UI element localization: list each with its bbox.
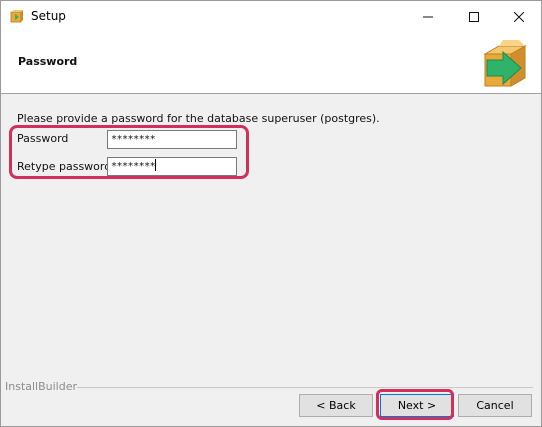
- minimize-button[interactable]: [405, 1, 451, 32]
- password-fields-highlight: [9, 125, 249, 179]
- title-bar: Setup: [1, 1, 541, 32]
- installbuilder-brand: InstallBuilder: [5, 380, 78, 393]
- next-button-highlight: [376, 389, 454, 420]
- install-box-arrow-icon: [483, 40, 527, 87]
- maximize-button[interactable]: [451, 1, 497, 32]
- cancel-button[interactable]: Cancel: [458, 394, 532, 417]
- password-prompt-text: Please provide a password for the databa…: [17, 112, 380, 125]
- back-button[interactable]: < Back: [299, 394, 373, 417]
- close-icon: [514, 11, 524, 22]
- wizard-header: Password: [1, 32, 541, 94]
- maximize-icon: [469, 11, 479, 22]
- installer-app-icon: [10, 10, 23, 23]
- close-button[interactable]: [496, 1, 542, 32]
- page-title: Password: [18, 55, 78, 68]
- setup-window: Setup Password Please provide a password…: [0, 0, 542, 427]
- window-title: Setup: [31, 9, 66, 23]
- minimize-icon: [423, 16, 433, 17]
- footer-divider: [77, 387, 533, 388]
